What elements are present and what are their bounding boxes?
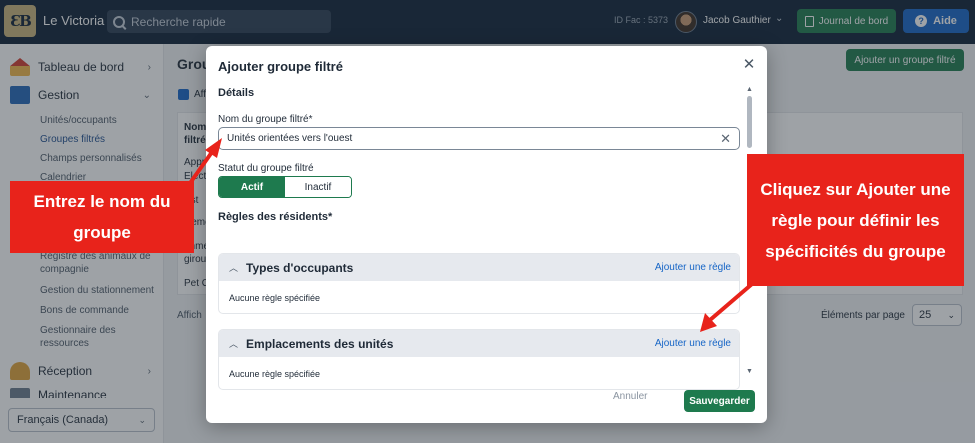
arrow-to-name-field (186, 150, 214, 188)
annotation-arrows (186, 138, 754, 332)
arrow-to-add-rule (708, 282, 754, 322)
